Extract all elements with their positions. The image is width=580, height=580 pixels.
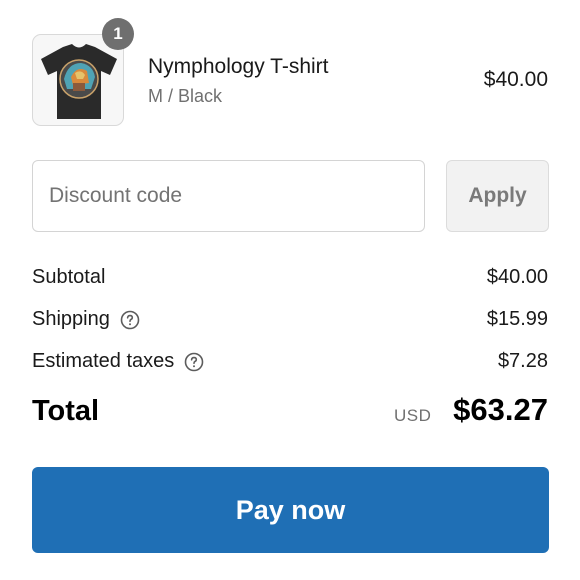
total-label: Total — [32, 395, 100, 427]
line-item: 1 Nymphology T-shirt M / Black $40.00 — [32, 18, 548, 128]
subtotal-value: $40.00 — [486, 266, 548, 288]
product-variant: M / Black — [148, 86, 223, 106]
checkout-order-summary: 1 Nymphology T-shirt M / Black $40.00 Ap… — [0, 0, 580, 580]
question-circle-icon[interactable] — [120, 310, 140, 330]
question-circle-icon[interactable] — [184, 352, 204, 372]
tshirt-icon — [41, 44, 117, 119]
taxes-label: Estimated taxes — [32, 350, 175, 372]
apply-discount-button[interactable]: Apply — [446, 160, 549, 232]
quantity-badge: 1 — [102, 18, 134, 50]
shipping-label: Shipping — [32, 308, 110, 330]
shipping-row: Shipping $15.99 — [32, 308, 548, 336]
total-currency: USD — [394, 406, 432, 425]
pay-now-button[interactable]: Pay now — [32, 467, 549, 553]
taxes-row: Estimated taxes $7.28 — [32, 350, 548, 378]
subtotal-row: Subtotal $40.00 — [32, 266, 548, 294]
taxes-label-group: Estimated taxes — [32, 350, 204, 373]
shipping-value: $15.99 — [486, 308, 548, 330]
total-value: $63.27 — [453, 392, 548, 427]
product-title: Nymphology T-shirt — [148, 55, 329, 78]
product-price: $40.00 — [483, 68, 548, 91]
taxes-value: $7.28 — [497, 350, 548, 372]
discount-code-input[interactable] — [32, 160, 425, 232]
subtotal-label: Subtotal — [32, 266, 106, 288]
shipping-label-group: Shipping — [32, 308, 140, 331]
